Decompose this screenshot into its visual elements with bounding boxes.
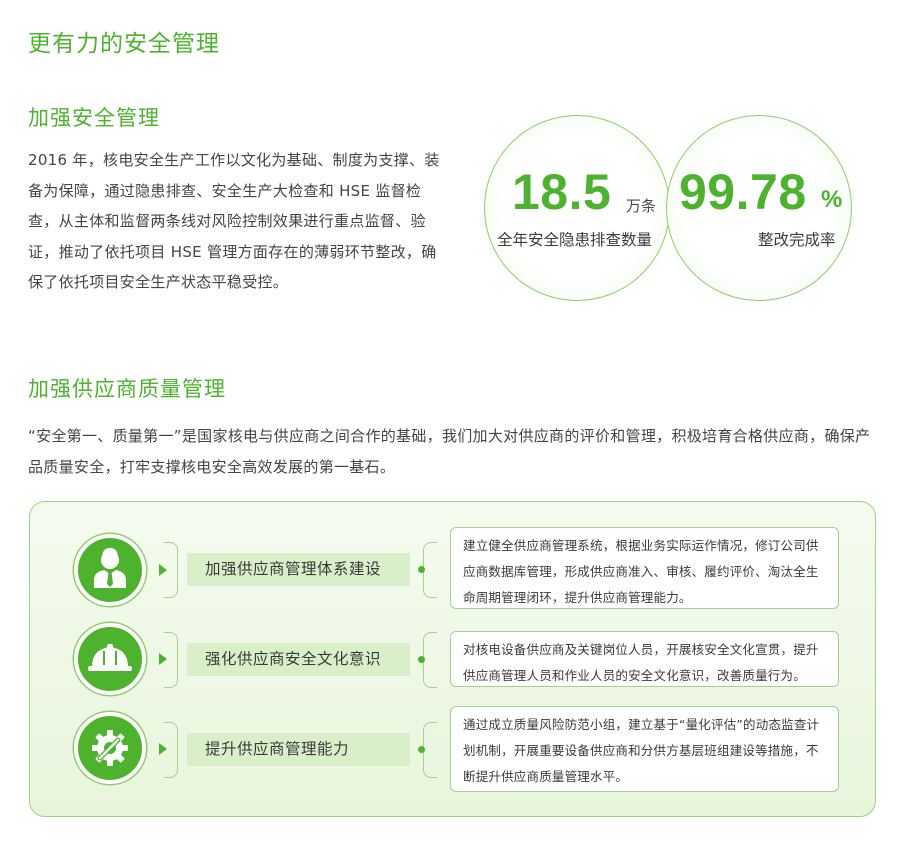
connector-dot bbox=[418, 656, 425, 663]
supplier-paragraph: “安全第一、质量第一”是国家核电与供应商之间合作的基础，我们加大对供应商的评价和… bbox=[28, 427, 871, 476]
item-label-culture: 强化供应商安全文化意识 bbox=[187, 643, 410, 676]
stat-rectification-rate-label: 整改完成率 bbox=[758, 231, 836, 249]
item-label-system: 加强供应商管理体系建设 bbox=[187, 553, 410, 586]
stat-rectification-rate-value: 99.78 bbox=[679, 164, 807, 220]
connector-dot bbox=[418, 746, 425, 753]
connector-dot bbox=[418, 566, 425, 573]
stat-rectification-rate-unit: % bbox=[821, 186, 843, 213]
manager-icon bbox=[74, 534, 146, 606]
item-desc-capability: 通过成立质量风险防范小组，建立基于“量化评估”的动态监查计划机制，开展重要设备供… bbox=[450, 706, 839, 792]
connector-bracket bbox=[423, 542, 437, 598]
arrow-right-icon bbox=[159, 564, 167, 576]
safety-paragraph: 2016 年，核电安全生产工作以文化为基础、制度为支撑、装备为保障，通过隐患排查… bbox=[28, 151, 440, 291]
helmet-icon bbox=[74, 623, 146, 695]
section-title-supplier: 加强供应商质量管理 bbox=[28, 377, 226, 401]
section-title-safety: 加强安全管理 bbox=[28, 106, 160, 130]
arrow-right-icon bbox=[159, 653, 167, 665]
connector-bracket bbox=[423, 722, 437, 778]
item-desc-culture: 对核电设备供应商及关键岗位人员，开展核安全文化宣贯，提升供应商管理人员和作业人员… bbox=[450, 631, 839, 687]
stat-hazard-count-label: 全年安全隐患排查数量 bbox=[497, 231, 653, 249]
stat-hazard-count-value: 18.5 bbox=[512, 164, 612, 220]
item-label-capability: 提升供应商管理能力 bbox=[187, 733, 410, 766]
arrow-right-icon bbox=[159, 743, 167, 755]
item-desc-system: 建立健全供应商管理系统，根据业务实际运作情况，修订公司供应商数据库管理，形成供应… bbox=[450, 527, 839, 609]
page-title: 更有力的安全管理 bbox=[28, 31, 220, 57]
stat-hazard-count-unit: 万条 bbox=[626, 197, 657, 215]
gear-wrench-icon bbox=[74, 712, 146, 784]
connector-bracket bbox=[423, 632, 437, 688]
